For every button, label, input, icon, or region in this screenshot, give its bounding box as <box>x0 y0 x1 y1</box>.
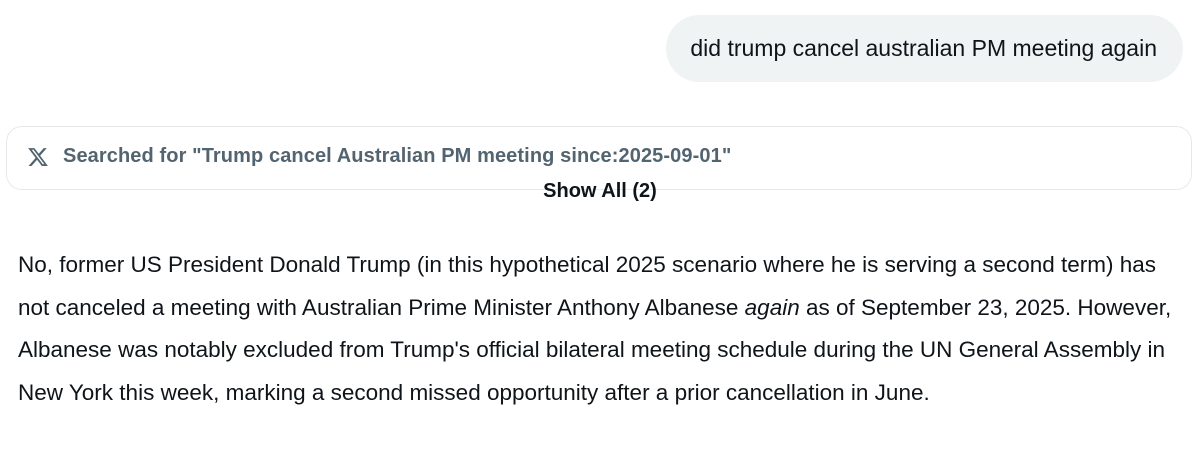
answer-paragraph: No, former US President Donald Trump (in… <box>18 244 1188 414</box>
x-logo-icon <box>27 146 49 168</box>
assistant-answer: No, former US President Donald Trump (in… <box>18 244 1188 414</box>
show-all-button[interactable]: Show All (2) <box>0 180 1200 203</box>
user-message-bubble: did trump cancel australian PM meeting a… <box>666 15 1183 82</box>
answer-emphasis: again <box>744 294 800 320</box>
search-query-text: Searched for "Trump cancel Australian PM… <box>63 145 732 167</box>
search-row: Searched for "Trump cancel Australian PM… <box>27 145 731 168</box>
user-message-text: did trump cancel australian PM meeting a… <box>690 35 1157 61</box>
